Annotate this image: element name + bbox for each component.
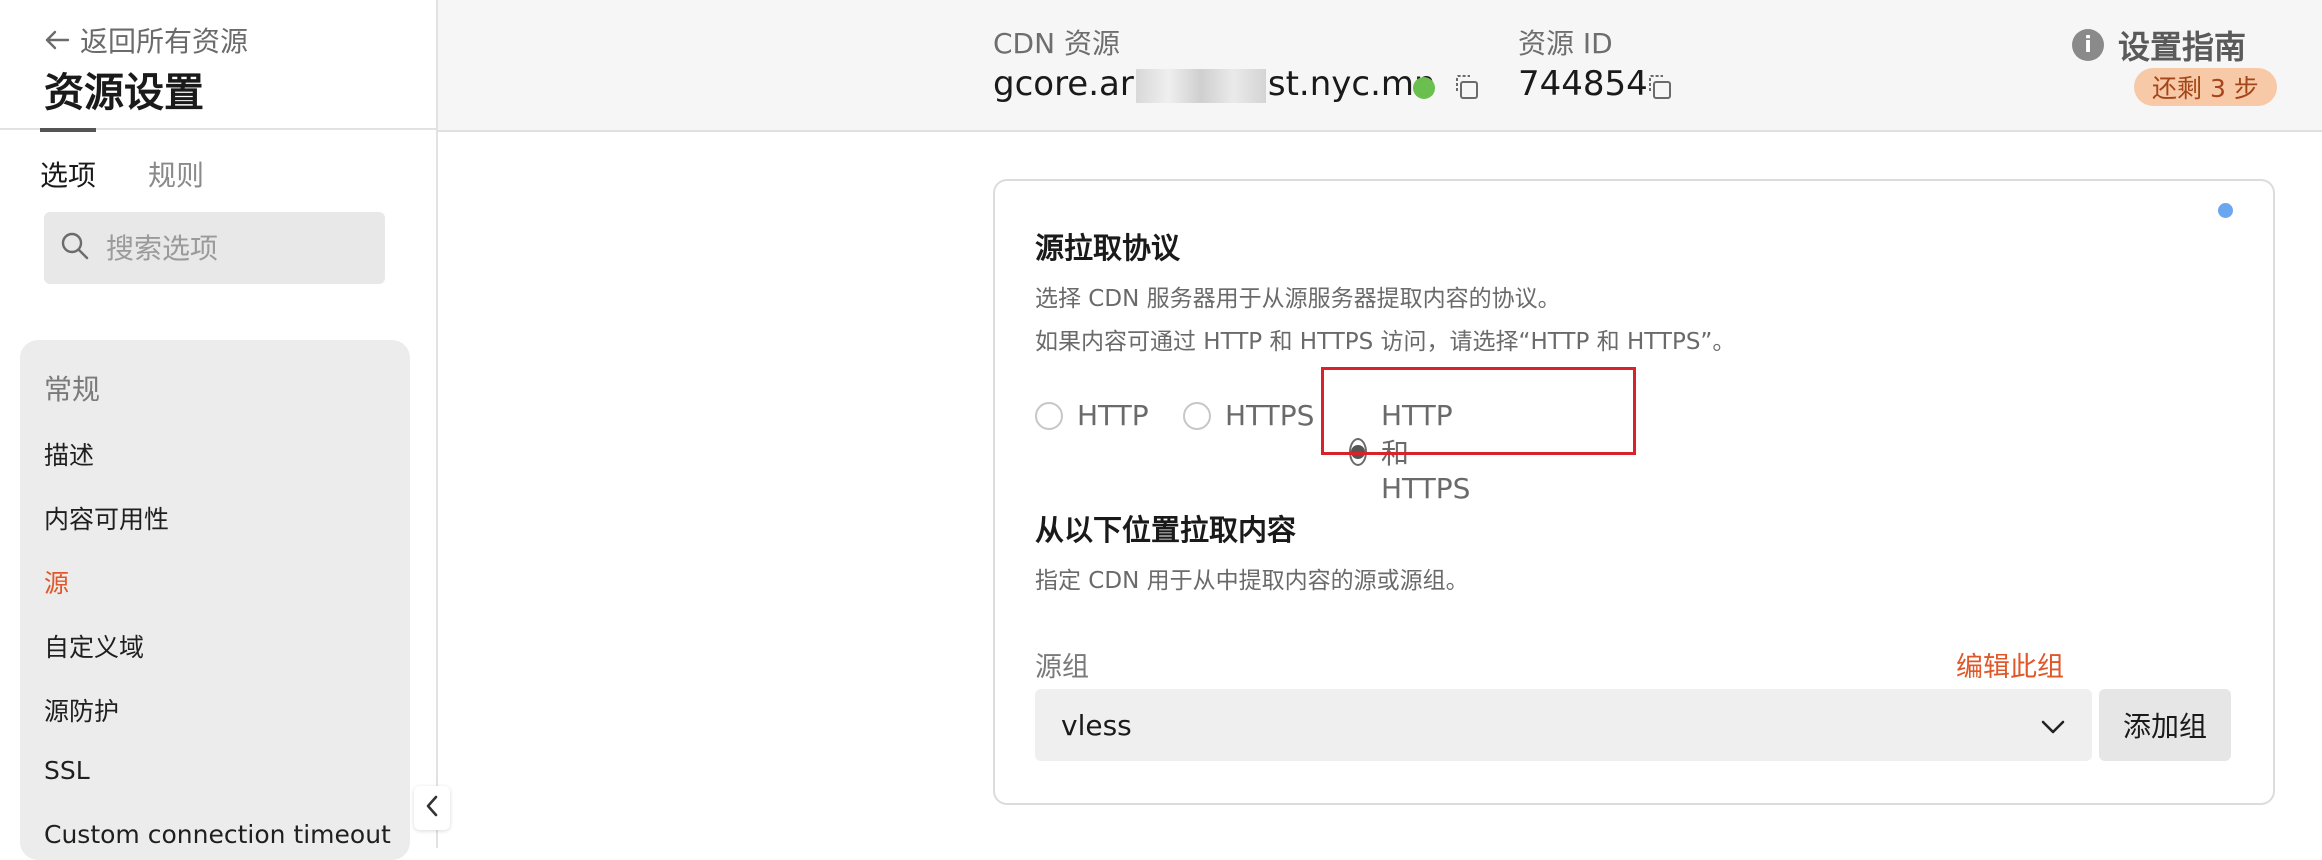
chevron-left-icon (424, 794, 440, 822)
notification-dot (2218, 203, 2233, 218)
radio-http-label: HTTP (1077, 399, 1149, 432)
search-input[interactable] (104, 230, 348, 266)
cdn-resource-label: CDN 资源 (993, 27, 1120, 60)
search-icon (44, 231, 90, 265)
edit-group-link[interactable]: 编辑此组 (1956, 645, 2064, 684)
origin-settings-card: 源拉取协议 选择 CDN 服务器用于从源服务器提取内容的协议。 如果内容可通过 … (993, 179, 2275, 805)
radio-circle (1183, 401, 1211, 430)
nav-item-content-availability[interactable]: 内容可用性 (44, 500, 169, 536)
sidebar: 返回所有资源 资源设置 选项 规则 常规 描述 内容可用性 源 自定义域 源防护… (0, 0, 438, 860)
tab-rules[interactable]: 规则 (148, 154, 204, 194)
radio-http[interactable]: HTTP (1035, 399, 1149, 432)
nav-group-general: 常规 (44, 373, 101, 406)
setup-guide-label: 设置指南 (2118, 28, 2247, 66)
origin-pull-protocol-hint: 如果内容可通过 HTTP 和 HTTPS 访问，请选择“HTTP 和 HTTPS… (1035, 329, 1736, 355)
origin-group-label: 源组 (1035, 652, 1089, 683)
cdn-resource-value: gcore.ar st.nyc.mn (993, 64, 1436, 104)
nav-item-description[interactable]: 描述 (44, 436, 94, 472)
setup-guide[interactable]: i 设置指南 (2072, 22, 2246, 68)
pull-content-title: 从以下位置拉取内容 (1035, 513, 1297, 547)
collapse-sidebar-button[interactable] (414, 786, 450, 830)
annotation-highlight-box (1321, 367, 1636, 455)
radio-https-label: HTTPS (1225, 399, 1315, 432)
origin-group-value: vless (1061, 708, 1132, 742)
resource-id-value: 744854 (1518, 64, 1648, 104)
pull-content-desc: 指定 CDN 用于从中提取内容的源或源组。 (1035, 568, 1469, 594)
chevron-down-icon (2040, 709, 2066, 742)
add-group-button[interactable]: 添加组 (2099, 689, 2231, 761)
sidebar-tabs: 选项 规则 (40, 154, 204, 194)
back-link-label: 返回所有资源 (80, 25, 249, 58)
arrow-left-icon (44, 24, 70, 57)
nav-item-ssl[interactable]: SSL (44, 756, 90, 785)
origin-pull-protocol-desc: 选择 CDN 服务器用于从源服务器提取内容的协议。 (1035, 286, 1561, 312)
origin-group-select[interactable]: vless (1035, 689, 2092, 761)
redacted-text (1135, 68, 1266, 103)
origin-pull-protocol-title: 源拉取协议 (1035, 231, 1181, 265)
info-icon: i (2072, 29, 2104, 61)
nav-item-custom-connection-timeout[interactable]: Custom connection timeout (44, 820, 391, 849)
copy-icon[interactable] (1644, 72, 1674, 106)
resource-header: CDN 资源 gcore.ar st.nyc.mn 资源 ID 744854 (438, 0, 2322, 132)
steps-remaining-badge: 还剩 3 步 (2134, 68, 2277, 106)
copy-icon[interactable] (1451, 72, 1481, 106)
back-to-resources-link[interactable]: 返回所有资源 (44, 20, 248, 60)
radio-https[interactable]: HTTPS (1183, 399, 1314, 432)
cdn-hostname-start: gcore.ar (993, 64, 1134, 104)
cdn-hostname-end: st.nyc.mn (1267, 64, 1436, 104)
radio-circle (1035, 401, 1063, 430)
search-box (44, 212, 385, 284)
status-indicator (1413, 77, 1435, 99)
tab-active-indicator (40, 128, 96, 132)
page-title: 资源设置 (44, 70, 204, 116)
settings-nav: 常规 描述 内容可用性 源 自定义域 源防护 SSL Custom connec… (20, 340, 410, 860)
nav-item-origin[interactable]: 源 (44, 564, 69, 600)
tab-options[interactable]: 选项 (40, 154, 96, 194)
resource-id-label: 资源 ID (1518, 27, 1613, 60)
nav-item-custom-domain[interactable]: 自定义域 (44, 628, 144, 664)
nav-item-origin-shielding[interactable]: 源防护 (44, 692, 119, 728)
